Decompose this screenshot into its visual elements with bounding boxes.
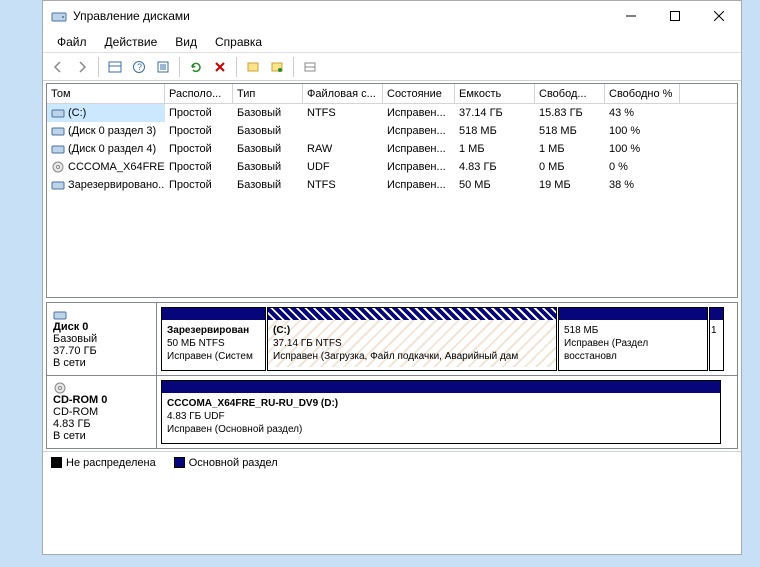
cd-icon (53, 382, 150, 394)
delete-button[interactable] (209, 56, 231, 78)
hdd-icon (51, 125, 65, 137)
volume-list: Том Располо... Тип Файловая с... Состоян… (46, 83, 738, 298)
disk-graphics: Диск 0 Базовый 37.70 ГБ В сети Зарезерви… (46, 302, 738, 449)
col-type[interactable]: Тип (233, 84, 303, 103)
table-row[interactable]: Зарезервировано...ПростойБазовыйNTFSИспр… (47, 176, 737, 194)
separator (98, 57, 99, 77)
cd-icon (51, 161, 65, 173)
refresh-button[interactable] (185, 56, 207, 78)
table-row[interactable]: (Диск 0 раздел 3)ПростойБазовыйИсправен.… (47, 122, 737, 140)
separator (293, 57, 294, 77)
tool-2-button[interactable] (266, 56, 288, 78)
maximize-button[interactable] (653, 1, 697, 31)
partition-c[interactable]: (C:)37.14 ГБ NTFSИсправен (Загрузка, Фай… (267, 307, 557, 371)
col-volume[interactable]: Том (47, 84, 165, 103)
disk-0-partitions: Зарезервирован50 МБ NTFSИсправен (Систем… (157, 303, 737, 375)
svg-text:?: ? (137, 62, 142, 72)
tool-1-button[interactable] (242, 56, 264, 78)
hdd-icon (51, 143, 65, 155)
legend-primary: Основной раздел (174, 457, 278, 469)
legend-unallocated: Не распределена (51, 457, 156, 469)
disk-type: CD-ROM (53, 406, 150, 418)
menu-file[interactable]: Файл (49, 33, 95, 51)
menu-action[interactable]: Действие (97, 33, 166, 51)
menu-help[interactable]: Справка (207, 33, 270, 51)
col-free[interactable]: Свобод... (535, 84, 605, 103)
column-headers: Том Располо... Тип Файловая с... Состоян… (47, 84, 737, 104)
col-layout[interactable]: Располо... (165, 84, 233, 103)
partition[interactable]: Зарезервирован50 МБ NTFSИсправен (Систем (161, 307, 266, 371)
toolbar: ? (43, 53, 741, 81)
table-row[interactable]: (C:)ПростойБазовыйNTFSИсправен...37.14 Г… (47, 104, 737, 122)
disk-status: В сети (53, 430, 150, 442)
cdrom-0-partitions: CCCOMA_X64FRE_RU-RU_DV9 (D:)4.83 ГБ UDFИ… (157, 376, 737, 448)
disk-mgmt-window: Управление дисками Файл Действие Вид Спр… (42, 0, 742, 555)
partition[interactable]: 1 (709, 307, 724, 371)
disk-name: CD-ROM 0 (53, 394, 107, 406)
properties-button[interactable] (152, 56, 174, 78)
forward-button[interactable] (71, 56, 93, 78)
cdrom-0-info[interactable]: CD-ROM 0 CD-ROM 4.83 ГБ В сети (47, 376, 157, 448)
minimize-button[interactable] (609, 1, 653, 31)
close-button[interactable] (697, 1, 741, 31)
partition[interactable]: CCCOMA_X64FRE_RU-RU_DV9 (D:)4.83 ГБ UDFИ… (161, 380, 721, 444)
disk-status: В сети (53, 357, 150, 369)
disk-name: Диск 0 (53, 321, 88, 333)
cdrom-0: CD-ROM 0 CD-ROM 4.83 ГБ В сети CCCOMA_X6… (47, 376, 737, 448)
tool-3-button[interactable] (299, 56, 321, 78)
app-icon (51, 8, 67, 24)
titlebar[interactable]: Управление дисками (43, 1, 741, 31)
disk-type: Базовый (53, 333, 150, 345)
partition[interactable]: 518 МБИсправен (Раздел восстановл (558, 307, 708, 371)
menubar: Файл Действие Вид Справка (43, 31, 741, 53)
disk-size: 37.70 ГБ (53, 345, 150, 357)
col-fs[interactable]: Файловая с... (303, 84, 383, 103)
col-state[interactable]: Состояние (383, 84, 455, 103)
disk-size: 4.83 ГБ (53, 418, 150, 430)
back-button[interactable] (47, 56, 69, 78)
separator (236, 57, 237, 77)
hdd-icon (51, 179, 65, 191)
menu-view[interactable]: Вид (167, 33, 205, 51)
disk-0: Диск 0 Базовый 37.70 ГБ В сети Зарезерви… (47, 303, 737, 376)
help-button[interactable]: ? (128, 56, 150, 78)
table-row[interactable]: (Диск 0 раздел 4)ПростойБазовыйRAWИсправ… (47, 140, 737, 158)
window-title: Управление дисками (73, 9, 609, 23)
legend: Не распределена Основной раздел (43, 451, 741, 473)
hdd-icon (51, 107, 65, 119)
disk-0-info[interactable]: Диск 0 Базовый 37.70 ГБ В сети (47, 303, 157, 375)
col-capacity[interactable]: Емкость (455, 84, 535, 103)
col-pct[interactable]: Свободно % (605, 84, 680, 103)
view-list-button[interactable] (104, 56, 126, 78)
hdd-icon (53, 309, 150, 321)
separator (179, 57, 180, 77)
table-row[interactable]: CCCOMA_X64FRE...ПростойБазовыйUDFИсправе… (47, 158, 737, 176)
